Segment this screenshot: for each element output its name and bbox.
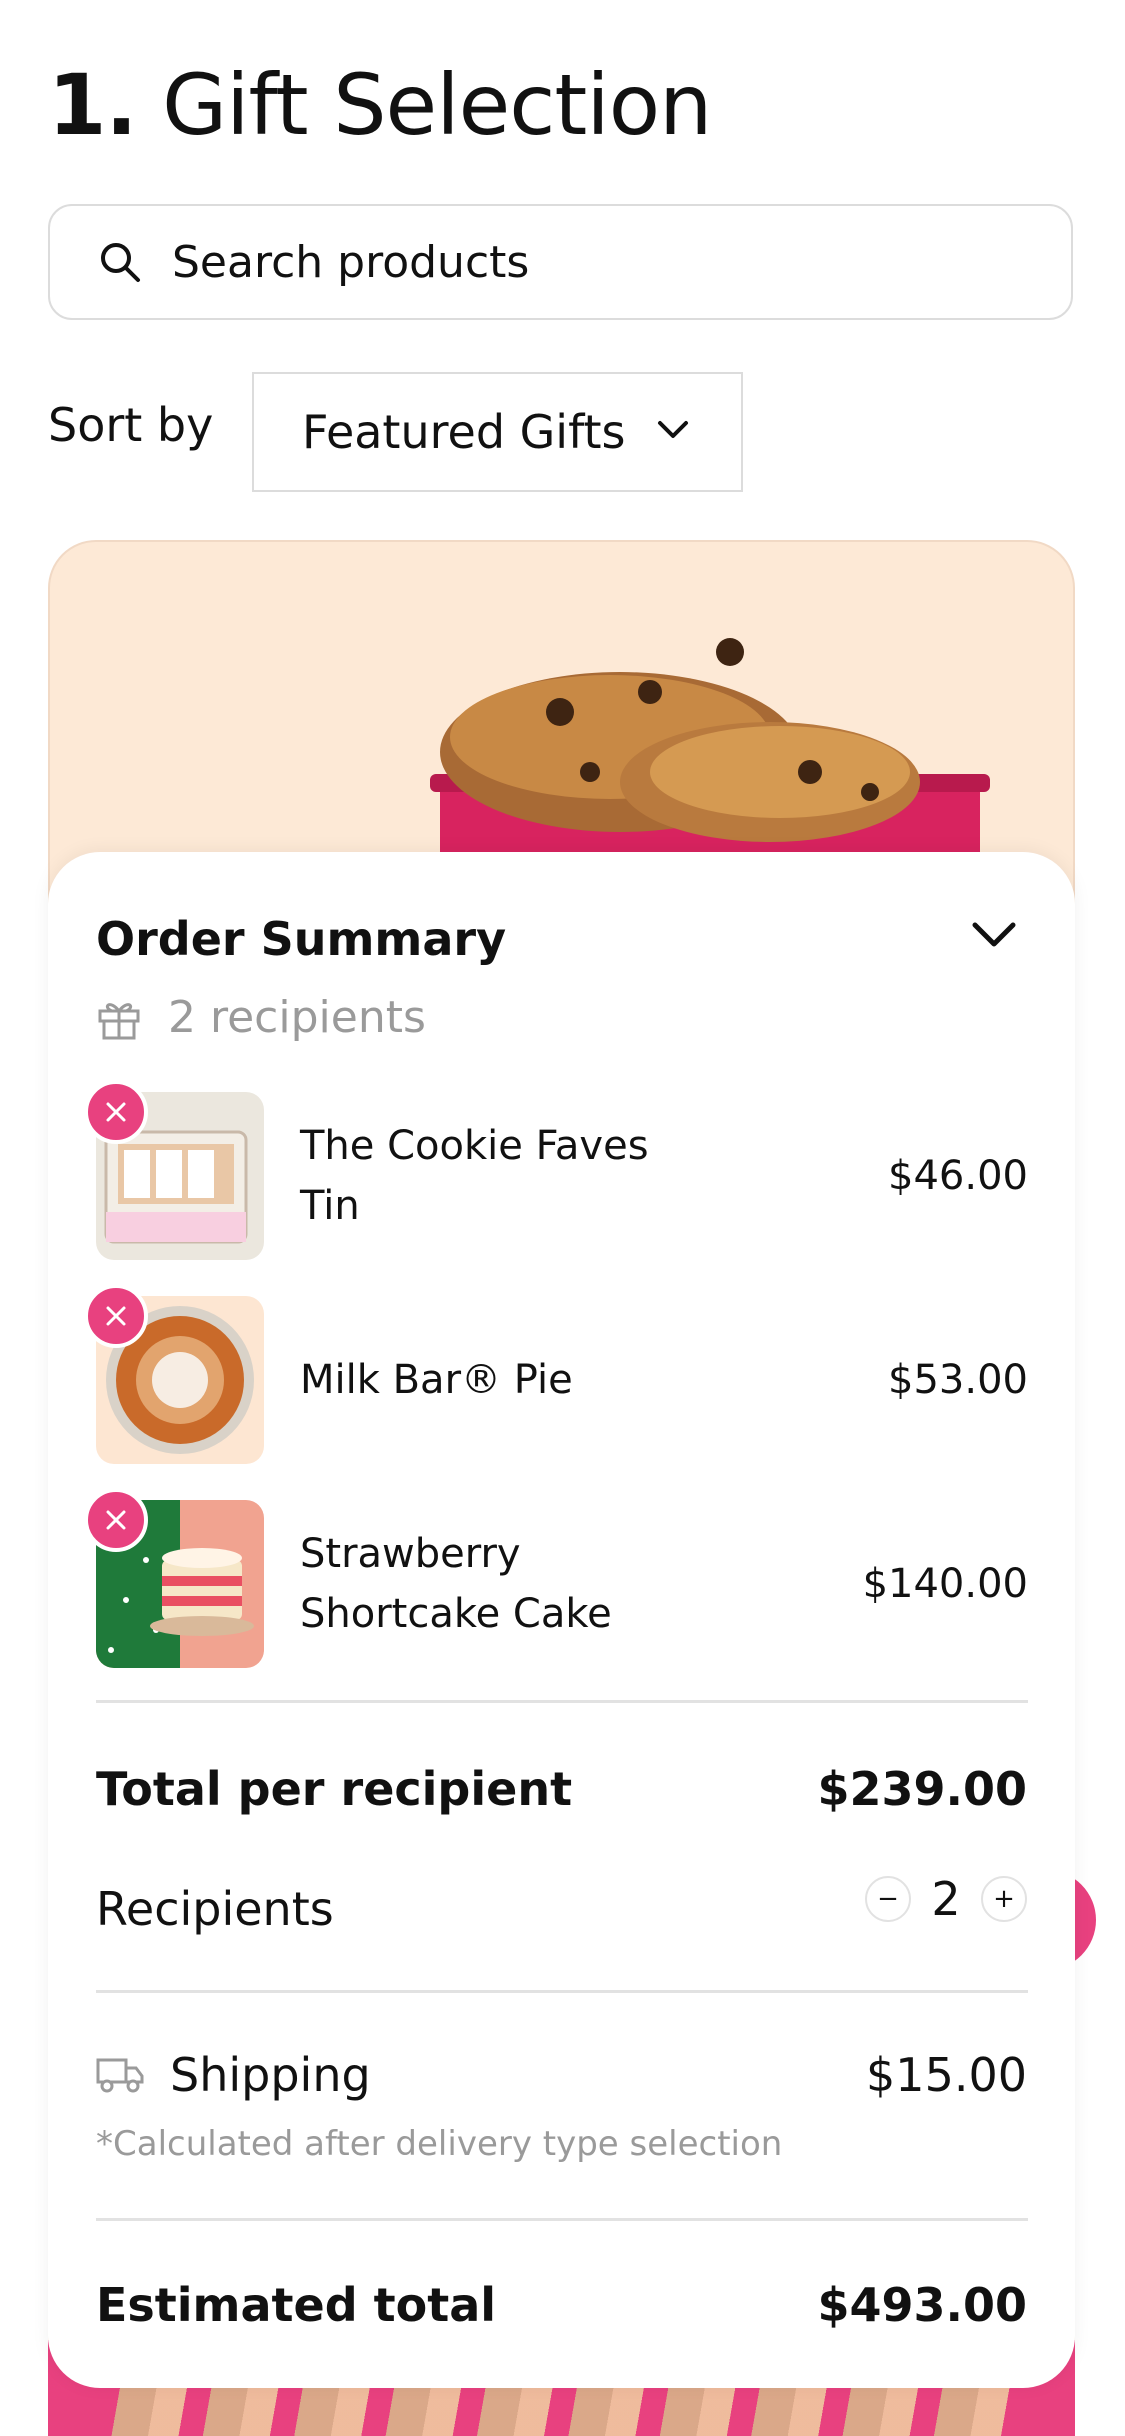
recipients-label: Recipients — [96, 1882, 334, 1936]
truck-icon — [96, 2058, 144, 2093]
shipping-row: Shipping — [96, 2048, 371, 2102]
item-price: $140.00 — [862, 1561, 1028, 1607]
order-summary-sheet: Order Summary 2 recipients The Cookie Fa… — [48, 852, 1075, 2388]
recipients-count-value: 2 — [931, 1872, 961, 1926]
cart-item: Strawberry Shortcake Cake $140.00 — [84, 1488, 1028, 1668]
estimated-total-label: Estimated total — [96, 2278, 497, 2332]
divider — [96, 1990, 1028, 1993]
item-price: $46.00 — [888, 1153, 1028, 1199]
sort-selected-value: Featured Gifts — [302, 405, 626, 459]
step-number: 1. — [48, 56, 137, 154]
gift-icon — [98, 1002, 140, 1039]
item-price: $53.00 — [888, 1357, 1028, 1403]
item-name: The Cookie Faves Tin — [300, 1123, 649, 1229]
chevron-down-icon — [658, 421, 688, 438]
close-icon — [106, 1510, 126, 1530]
divider — [96, 2218, 1028, 2221]
page-title: 1. Gift Selection — [48, 55, 712, 155]
cart-item: Milk Bar® Pie $53.00 — [84, 1284, 1028, 1464]
estimated-total-value: $493.00 — [817, 2278, 1027, 2332]
divider — [96, 1700, 1028, 1703]
close-icon — [106, 1102, 126, 1122]
page-title-text: Gift Selection — [162, 56, 712, 154]
remove-item-button[interactable] — [84, 1284, 148, 1348]
remove-item-button[interactable] — [84, 1488, 148, 1552]
item-name: Milk Bar® Pie — [300, 1357, 573, 1403]
total-per-recipient-value: $239.00 — [817, 1762, 1027, 1816]
shipping-note: *Calculated after delivery type selectio… — [96, 2124, 783, 2164]
recipients-count-text: 2 recipients — [168, 992, 426, 1043]
chevron-down-icon[interactable] — [971, 920, 1017, 950]
order-summary-title: Order Summary — [96, 912, 507, 966]
cart-item: The Cookie Faves Tin $46.00 — [84, 1080, 1028, 1260]
cookie-tin-illustration — [430, 638, 990, 862]
item-name: Strawberry Shortcake Cake — [300, 1531, 612, 1637]
remove-item-button[interactable] — [84, 1080, 148, 1144]
search-input[interactable]: Search products — [48, 204, 1073, 320]
recipients-stepper: − 2 + — [865, 1872, 1027, 1926]
increment-button[interactable]: + — [981, 1876, 1027, 1922]
close-icon — [106, 1306, 126, 1326]
total-per-recipient-label: Total per recipient — [96, 1762, 573, 1816]
search-placeholder: Search products — [172, 236, 530, 288]
sort-label: Sort by — [48, 398, 214, 452]
decrement-button[interactable]: − — [865, 1876, 911, 1922]
shipping-value: $15.00 — [866, 2048, 1027, 2102]
shipping-label: Shipping — [170, 2048, 371, 2102]
recipients-summary: 2 recipients — [96, 992, 426, 1043]
search-icon — [101, 243, 140, 282]
sort-select[interactable]: Featured Gifts — [252, 372, 743, 492]
